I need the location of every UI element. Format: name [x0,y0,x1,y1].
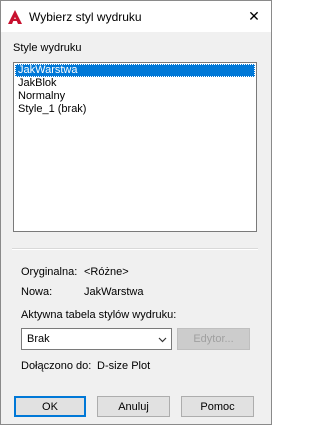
plot-style-table-dropdown[interactable]: Brak [21,328,172,350]
list-item[interactable]: Style_1 (brak) [15,103,255,116]
plot-styles-list[interactable]: JakWarstwa JakBlok Normalny Style_1 (bra… [13,62,257,232]
close-button[interactable]: ✕ [237,1,271,32]
close-icon: ✕ [248,8,260,24]
new-value: JakWarstwa [84,286,144,298]
ok-button-label: OK [42,400,58,413]
plot-styles-label: Style wydruku [13,42,82,54]
title-bar: Wybierz styl wydruku ✕ [1,1,271,32]
cancel-button-label: Anuluj [118,400,149,413]
original-value: <Różne> [84,266,129,278]
autocad-app-icon [8,10,22,24]
dialog-window: Wybierz styl wydruku ✕ Style wydruku Jak… [0,0,272,425]
attached-value: D-size Plot [97,360,151,372]
editor-button-label: Edytor... [193,333,234,345]
list-item[interactable]: JakBlok [15,77,255,90]
help-button-label: Pomoc [200,400,235,413]
original-label: Oryginalna: [21,266,78,278]
chevron-down-icon [158,337,167,343]
ok-button[interactable]: OK [14,396,86,417]
dropdown-value: Brak [27,333,50,345]
cancel-button[interactable]: Anuluj [97,396,170,417]
editor-button[interactable]: Edytor... [177,328,250,350]
separator [12,248,258,250]
list-item[interactable]: JakWarstwa [15,64,255,77]
list-item[interactable]: Normalny [15,90,255,103]
new-label: Nowa: [21,286,53,298]
help-button[interactable]: Pomoc [181,396,254,417]
window-title: Wybierz styl wydruku [29,10,142,24]
attached-label: Dołączono do: [21,360,92,372]
active-table-label: Aktywna tabela stylów wydruku: [21,309,177,321]
